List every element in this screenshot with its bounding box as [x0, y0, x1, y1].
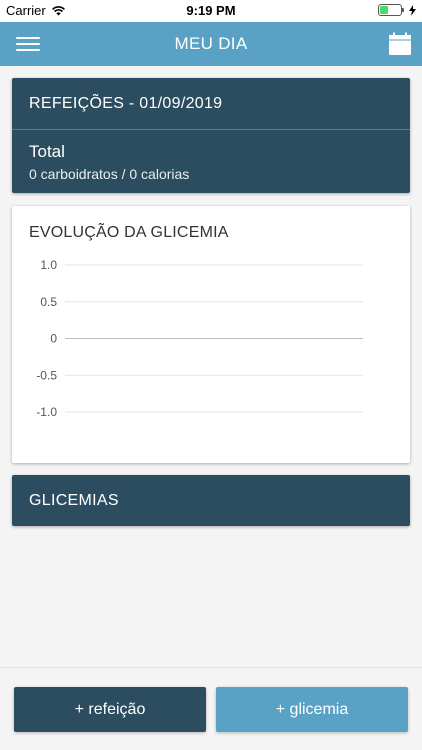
add-glucose-button[interactable]: + glicemia — [216, 687, 408, 732]
page-title: MEU DIA — [174, 34, 248, 53]
calendar-icon[interactable] — [388, 32, 412, 56]
y-tick-label: -1.0 — [36, 405, 57, 419]
y-tick-label: 0.5 — [40, 295, 57, 309]
y-tick-label: 0 — [50, 332, 57, 346]
total-label: Total — [29, 142, 65, 161]
status-right — [378, 4, 416, 16]
y-tick-label: 1.0 — [40, 258, 57, 272]
battery-icon — [378, 4, 404, 16]
meals-header: REFEIÇÕES - 01/09/2019 — [12, 78, 410, 130]
total-values: 0 carboidratos / 0 calorias — [29, 166, 190, 182]
glucose-list-card[interactable]: GLICEMIAS — [12, 475, 410, 526]
bottom-action-bar: + refeição + glicemia — [0, 667, 422, 750]
glucose-list-header: GLICEMIAS — [29, 492, 119, 509]
nav-bar: MEU DIA — [0, 22, 422, 66]
charging-bolt-icon — [409, 4, 416, 16]
status-time: 9:19 PM — [186, 3, 236, 18]
glucose-chart: 1.0 0.5 0 -0.5 -1.0 — [36, 258, 363, 419]
y-tick-label: -0.5 — [36, 368, 57, 382]
add-meal-button[interactable]: + refeição — [14, 687, 206, 732]
status-bar: Carrier 9:19 PM — [0, 0, 422, 22]
meals-card[interactable]: REFEIÇÕES - 01/09/2019 Total 0 carboidra… — [12, 78, 410, 193]
glucose-chart-card: EVOLUÇÃO DA GLICEMIA 1.0 0.5 0 -0.5 -1.0 — [12, 206, 410, 463]
meals-total: Total 0 carboidratos / 0 calorias — [12, 130, 410, 182]
